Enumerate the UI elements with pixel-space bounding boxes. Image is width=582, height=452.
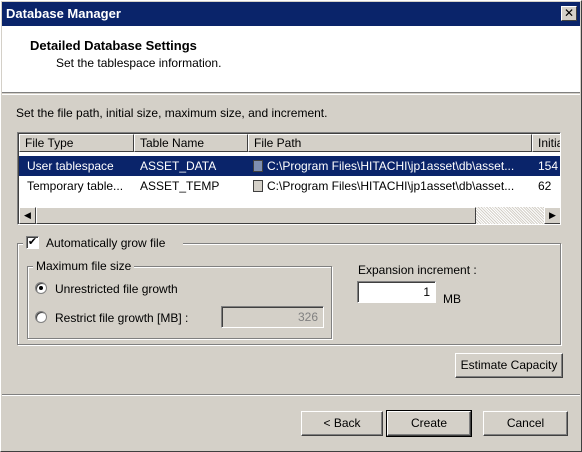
back-button[interactable]: < Back	[301, 411, 383, 436]
column-header-file-path[interactable]: File Path	[248, 134, 532, 152]
page-title: Detailed Database Settings	[30, 38, 197, 53]
cancel-button[interactable]: Cancel	[483, 411, 568, 436]
column-header-file-type[interactable]: File Type	[19, 134, 134, 152]
estimate-capacity-button[interactable]: Estimate Capacity	[455, 353, 563, 378]
page-subtitle: Set the tablespace information.	[56, 56, 222, 70]
restrict-growth-label[interactable]: Restrict file growth [MB] :	[55, 311, 188, 325]
expansion-unit-label: MB	[443, 292, 461, 306]
unrestricted-growth-radio[interactable]	[35, 282, 47, 294]
window-title: Database Manager	[6, 6, 121, 21]
auto-grow-legend: ✔ Automatically grow file	[23, 235, 183, 251]
tablespace-list[interactable]: File Type Table Name File Path Initia Us…	[17, 132, 561, 225]
file-path-text: C:\Program Files\HITACHI\jp1asset\db\ass…	[267, 159, 515, 173]
database-manager-window: Database Manager ✕ Detailed Database Set…	[0, 0, 582, 452]
close-icon[interactable]: ✕	[561, 6, 577, 21]
file-path-text: C:\Program Files\HITACHI\jp1asset\db\ass…	[267, 179, 515, 193]
file-path-icon	[253, 160, 263, 172]
cell-initial-size: 62	[538, 179, 552, 193]
cell-table-name: ASSET_TEMP	[140, 179, 220, 193]
header-divider	[2, 94, 580, 95]
cell-file-type: User tablespace	[27, 159, 114, 173]
cell-file-path: C:\Program Files\HITACHI\jp1asset\db\ass…	[253, 156, 531, 176]
file-path-icon	[253, 180, 263, 192]
column-header-initial[interactable]: Initia	[532, 134, 560, 152]
horizontal-scrollbar[interactable]: ◀ ▶	[19, 207, 560, 224]
restrict-growth-radio[interactable]	[35, 311, 47, 323]
scroll-thumb[interactable]	[36, 207, 476, 224]
column-header-table-name[interactable]: Table Name	[134, 134, 248, 152]
scroll-right-icon[interactable]: ▶	[544, 207, 560, 224]
list-header: File Type Table Name File Path Initia	[19, 134, 560, 152]
title-bar[interactable]: Database Manager ✕	[2, 2, 580, 26]
scroll-track[interactable]	[476, 207, 544, 224]
footer-divider-highlight	[2, 395, 580, 396]
table-row[interactable]: Temporary table... ASSET_TEMP C:\Program…	[19, 176, 560, 196]
auto-grow-label[interactable]: Automatically grow file	[46, 236, 165, 250]
instruction-text: Set the file path, initial size, maximum…	[16, 106, 328, 120]
table-row[interactable]: User tablespace ASSET_DATA C:\Program Fi…	[19, 156, 560, 176]
cell-file-type: Temporary table...	[27, 179, 124, 193]
auto-grow-checkbox[interactable]: ✔	[26, 236, 39, 249]
unrestricted-growth-label[interactable]: Unrestricted file growth	[55, 282, 178, 296]
cell-initial-size: 154	[538, 159, 559, 173]
header-panel: Detailed Database Settings Set the table…	[2, 26, 580, 93]
create-button[interactable]: Create	[386, 410, 472, 437]
expansion-increment-label: Expansion increment :	[358, 263, 477, 277]
max-file-size-group	[27, 266, 332, 339]
cell-file-path: C:\Program Files\HITACHI\jp1asset\db\ass…	[253, 176, 531, 196]
restrict-growth-input[interactable]: 326	[221, 306, 324, 328]
scroll-left-icon[interactable]: ◀	[19, 207, 36, 224]
expansion-increment-input[interactable]: 1	[357, 281, 436, 303]
max-file-size-legend: Maximum file size	[33, 259, 135, 273]
cell-table-name: ASSET_DATA	[140, 159, 217, 173]
